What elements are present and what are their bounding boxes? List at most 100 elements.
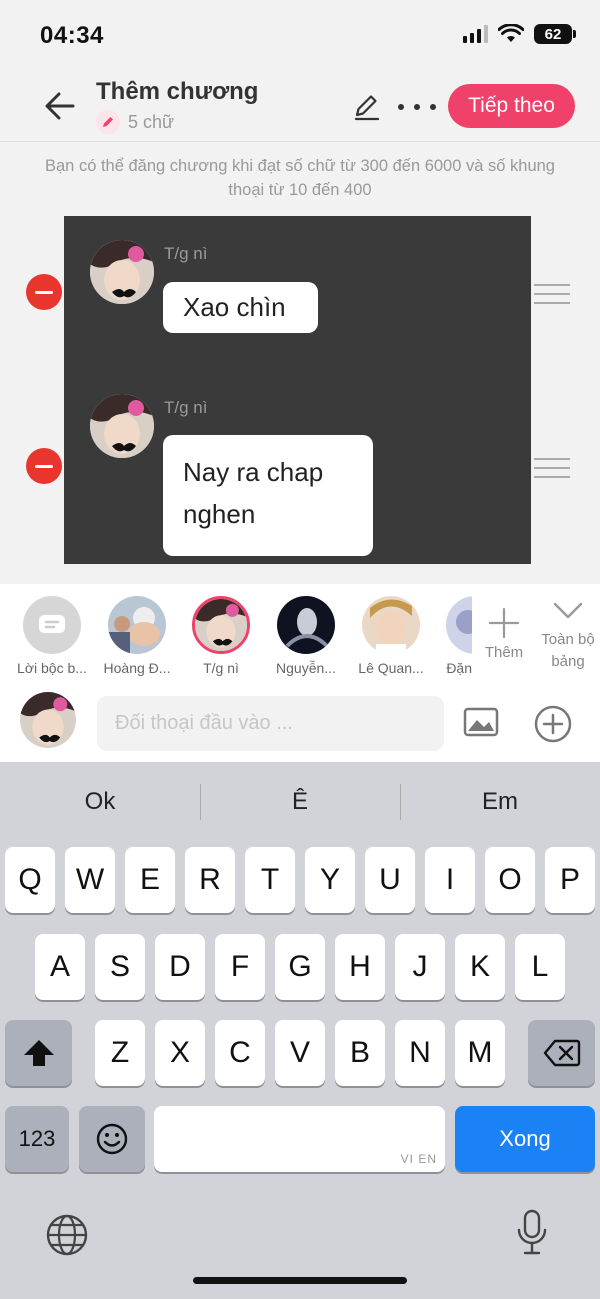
next-button[interactable]: Tiếp theo (448, 84, 575, 128)
word-count-line: 5 chữ (96, 110, 174, 134)
emoji-key[interactable] (79, 1106, 145, 1172)
chat-preview: T/g nì Xao chìn T/g nì Nay ra chap nghen (64, 216, 531, 564)
key[interactable]: Z (95, 1020, 145, 1086)
avatar (108, 596, 166, 654)
key[interactable]: C (215, 1020, 265, 1086)
edit-button[interactable] (352, 92, 382, 122)
back-button[interactable] (40, 88, 80, 124)
key[interactable]: U (365, 847, 415, 913)
word-count: 5 chữ (128, 111, 175, 132)
character-item[interactable]: Nguyễn... (266, 596, 346, 676)
avatar (192, 596, 250, 654)
backspace-icon (543, 1039, 580, 1067)
key[interactable]: R (185, 847, 235, 913)
key[interactable]: Y (305, 847, 355, 913)
character-name: Lê Quan... (358, 660, 424, 676)
character-item[interactable]: Hoàng Đ... (97, 596, 177, 676)
globe-icon (46, 1214, 88, 1256)
key[interactable]: X (155, 1020, 205, 1086)
wifi-icon (498, 24, 524, 42)
header: Thêm chương 5 chữ Tiếp theo (0, 70, 600, 142)
dialogue-input[interactable] (97, 696, 444, 751)
key[interactable]: M (455, 1020, 505, 1086)
key[interactable]: W (65, 847, 115, 913)
suggestion-item[interactable]: Ê (200, 762, 400, 842)
home-indicator (193, 1277, 407, 1284)
remove-message-button[interactable] (26, 274, 62, 310)
key[interactable]: A (35, 934, 85, 1000)
backspace-key[interactable] (528, 1020, 595, 1086)
suggestion-item[interactable]: Em (400, 762, 600, 842)
space-key[interactable]: VI EN (154, 1106, 445, 1172)
input-row (0, 684, 600, 762)
add-character-button[interactable]: Thêm (478, 606, 530, 661)
message-bubble: Xao chìn (163, 282, 318, 333)
key[interactable]: N (395, 1020, 445, 1086)
key[interactable]: I (425, 847, 475, 913)
avatar (362, 596, 420, 654)
key[interactable]: F (215, 934, 265, 1000)
key[interactable]: K (455, 934, 505, 1000)
shift-key[interactable] (5, 1020, 72, 1086)
character-selector: Lời bộc b... Hoàng Đ... T/g nì Nguyễn...… (0, 584, 600, 684)
image-icon (463, 707, 499, 737)
key[interactable]: D (155, 934, 205, 1000)
keyboard: Ok Ê Em Q W E R T Y U I O P A S D F G H … (0, 762, 600, 1299)
character-narrator[interactable]: Lời bộc b... (12, 596, 92, 676)
key[interactable]: O (485, 847, 535, 913)
done-key[interactable]: Xong (455, 1106, 595, 1172)
key[interactable]: Q (5, 847, 55, 913)
chevron-down-icon (553, 602, 583, 619)
space-language-hint: VI EN (400, 1152, 437, 1166)
character-name: Hoàng Đ... (103, 660, 171, 676)
key[interactable]: S (95, 934, 145, 1000)
key[interactable]: G (275, 934, 325, 1000)
narrator-icon (23, 596, 81, 654)
key[interactable]: T (245, 847, 295, 913)
key[interactable]: H (335, 934, 385, 1000)
key[interactable]: V (275, 1020, 325, 1086)
add-dialogue-button[interactable] (533, 704, 573, 744)
key[interactable]: J (395, 934, 445, 1000)
page-title: Thêm chương (96, 78, 259, 105)
character-name: Đặn (446, 660, 472, 676)
key[interactable]: B (335, 1020, 385, 1086)
message-bubble: Nay ra chap nghen (163, 435, 373, 556)
pencil-icon (96, 110, 120, 134)
dictation-button[interactable] (514, 1208, 550, 1258)
avatar (277, 596, 335, 654)
character-item-selected[interactable]: T/g nì (181, 596, 261, 676)
microphone-icon (517, 1209, 547, 1255)
emoji-icon (96, 1123, 128, 1155)
plus-circle-icon (534, 705, 572, 743)
globe-button[interactable] (44, 1212, 90, 1258)
cellular-signal-icon (463, 25, 488, 43)
speaker-name: T/g nì (164, 398, 208, 417)
more-options-icon[interactable] (398, 92, 436, 122)
edit-pencil-icon (354, 95, 380, 121)
avatar (90, 240, 154, 304)
plus-icon (488, 607, 520, 639)
current-speaker-avatar[interactable] (20, 692, 76, 748)
expand-all-button[interactable]: Toàn bộ bảng (536, 598, 600, 673)
hint-text: Bạn có thể đăng chương khi đạt số chữ từ… (45, 157, 555, 199)
drag-handle-icon[interactable] (534, 284, 570, 304)
character-name: Nguyễn... (276, 660, 336, 676)
key[interactable]: E (125, 847, 175, 913)
insert-image-button[interactable] (463, 706, 499, 738)
expand-all-label: Toàn bộ bảng (541, 631, 595, 670)
suggestion-bar: Ok Ê Em (0, 762, 600, 842)
back-arrow-icon (45, 92, 75, 120)
speaker-name: T/g nì (164, 244, 208, 263)
status-icons: 62 (463, 24, 576, 44)
key[interactable]: P (545, 847, 595, 913)
status-time: 04:34 (40, 22, 104, 49)
character-item[interactable]: Lê Quan... (351, 596, 431, 676)
shift-arrow-icon (23, 1040, 54, 1066)
remove-message-button[interactable] (26, 448, 62, 484)
numbers-key[interactable]: 123 (5, 1106, 69, 1172)
key[interactable]: L (515, 934, 565, 1000)
suggestion-item[interactable]: Ok (0, 762, 200, 842)
character-item[interactable]: Đặn (436, 596, 472, 676)
drag-handle-icon[interactable] (534, 458, 570, 478)
